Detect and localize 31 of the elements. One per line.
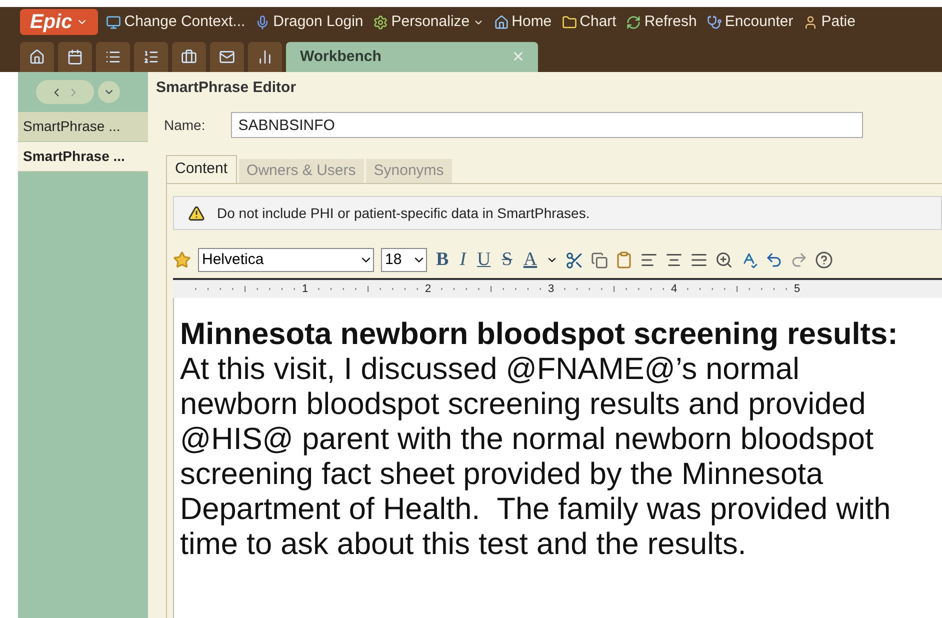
- color-button[interactable]: A: [521, 246, 540, 274]
- phrase-body: At this visit, I discussed @FNAME@’s normal newborn bloodspot screening results and provided @HIS@ parent with the normal newborn bloodspot screening fact sheet provided by the Minnesota Department of Health. The family was provided with time to ask about this test and the results.: [180, 351, 892, 561]
- bold-button[interactable]: B: [434, 246, 451, 274]
- toolbar-button[interactable]: Refresh: [624, 10, 699, 34]
- font-select[interactable]: Helvetica: [198, 248, 374, 272]
- editor-title: SmartPhrase Editor: [156, 78, 298, 98]
- strike-button[interactable]: S: [500, 246, 514, 274]
- toolbar-button[interactable]: Change Context...: [104, 10, 248, 34]
- ruler-number: 1: [300, 282, 310, 297]
- toolbar-button[interactable]: Chart: [560, 10, 618, 34]
- ruler-number: 3: [546, 282, 556, 297]
- phrase-heading: Minnesota newborn bloodspot screening results:: [180, 316, 899, 351]
- name-label: Name:: [164, 116, 206, 134]
- workbench-tab[interactable]: Workbench ×: [286, 42, 538, 72]
- warning-text: Do not include PHI or patient-specific data in SmartPhrases.: [217, 204, 590, 223]
- italic-button[interactable]: I: [458, 246, 468, 274]
- toolbar-button[interactable]: Dragon Login: [253, 10, 366, 34]
- editor-tab[interactable]: Content: [166, 155, 237, 183]
- name-field[interactable]: SABNBSINFO: [231, 112, 864, 138]
- ruler-number: 2: [424, 282, 432, 297]
- size-select[interactable]: 18: [381, 248, 427, 272]
- ruler-number: 5: [792, 282, 802, 297]
- underline-button[interactable]: U: [475, 246, 493, 274]
- toolbar-button[interactable]: Home: [492, 10, 554, 34]
- toolbar-button[interactable]: Patie: [801, 10, 858, 34]
- sidebar-item[interactable]: SmartPhrase ...: [18, 142, 148, 172]
- ruler-number: 4: [670, 282, 678, 297]
- toolbar-button[interactable]: Personalize: [371, 10, 486, 34]
- sidebar-item[interactable]: SmartPhrase ...: [18, 112, 148, 142]
- epic-menu-button[interactable]: Epic: [20, 9, 98, 35]
- toolbar-button[interactable]: Encounter: [704, 10, 796, 34]
